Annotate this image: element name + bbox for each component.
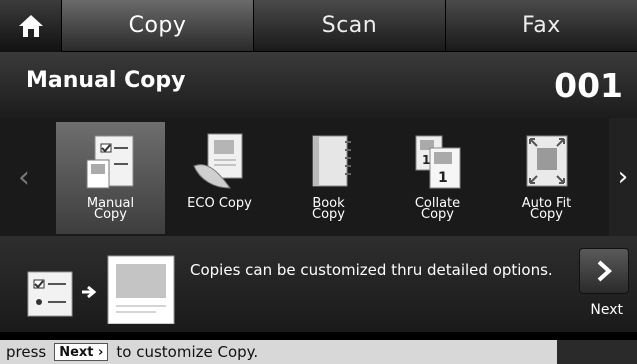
copy-count[interactable]: 001 <box>554 66 623 105</box>
copy-mode-label: Book Copy <box>312 196 345 222</box>
copy-mode-auto-fit[interactable]: Auto Fit Copy <box>492 122 601 234</box>
description-panel: Copies can be customized thru detailed o… <box>0 236 637 332</box>
collate-copy-icon: 1 1 <box>415 135 460 189</box>
hint-corner <box>557 340 637 364</box>
scroll-left-button[interactable]: ‹ <box>0 118 48 236</box>
tab-copy[interactable]: Copy <box>62 0 254 51</box>
tab-scan[interactable]: Scan <box>254 0 446 51</box>
chevron-right-icon: › <box>98 344 104 360</box>
home-button[interactable] <box>0 0 62 52</box>
customize-flow-icon <box>27 255 175 324</box>
tab-fax[interactable]: Fax <box>446 0 637 51</box>
svg-text:1: 1 <box>422 153 430 167</box>
copy-mode-list: Manual Copy ECO Copy Book Copy 1 1 Colla… <box>56 122 604 234</box>
book-copy-icon <box>312 135 351 187</box>
svg-text:1: 1 <box>438 170 448 186</box>
copy-mode-label: Manual Copy <box>86 196 135 222</box>
page-title: Manual Copy <box>26 68 186 93</box>
next-button-label: Next <box>590 302 623 318</box>
copy-mode-collate[interactable]: 1 1 Collate Copy <box>383 122 492 234</box>
hint-bar: press Next › to customize Copy. <box>0 340 637 364</box>
auto-fit-copy-icon <box>526 135 567 187</box>
copy-mode-manual[interactable]: Manual Copy <box>56 122 165 234</box>
home-icon <box>18 15 43 37</box>
copy-mode-book[interactable]: Book Copy <box>274 122 383 234</box>
copy-mode-eco[interactable]: ECO Copy <box>165 122 274 234</box>
eco-copy-icon <box>192 133 242 189</box>
hint-prefix: press <box>6 343 47 361</box>
scroll-right-button[interactable]: › <box>609 118 637 236</box>
page-header: Manual Copy 001 <box>0 52 637 118</box>
manual-copy-icon <box>86 135 133 189</box>
copy-mode-label: Auto Fit Copy <box>521 196 572 222</box>
copy-mode-label: Collate Copy <box>414 196 461 222</box>
chevron-left-icon: ‹ <box>18 159 30 195</box>
copy-mode-carousel: ‹ Manual Copy ECO Copy Book Copy 1 1 Col… <box>0 118 637 236</box>
chevron-right-icon <box>597 260 612 282</box>
description-text: Copies can be customized thru detailed o… <box>190 261 553 279</box>
tab-bar: Copy Scan Fax <box>0 0 637 52</box>
chevron-right-icon: › <box>617 162 629 192</box>
next-button[interactable] <box>579 248 629 294</box>
copy-mode-label: ECO Copy <box>187 196 252 211</box>
hint-next-key: Next › <box>54 343 109 361</box>
hint-suffix: to customize Copy. <box>116 343 259 361</box>
